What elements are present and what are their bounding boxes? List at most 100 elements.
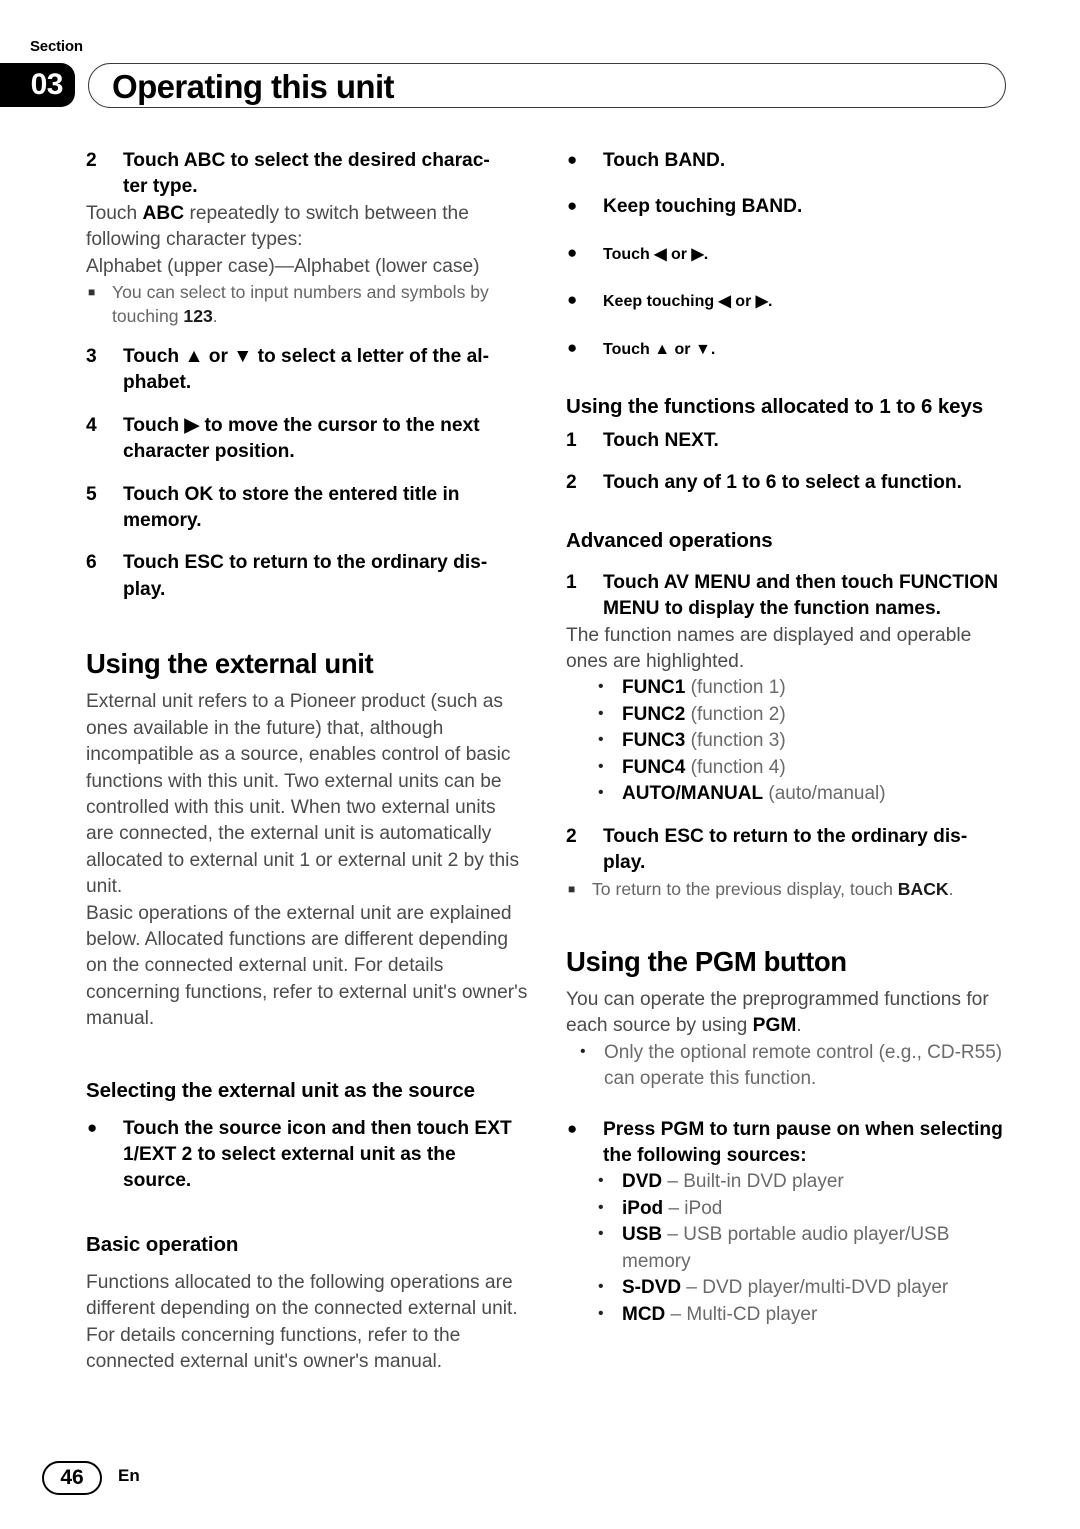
pgm-remote-note-text: Only the optional remote control (e.g., … — [604, 1041, 1003, 1090]
round-bullet-icon: ● — [567, 290, 578, 310]
heading-using-pgm-button: Using the PGM button — [566, 945, 847, 977]
step-3: 3 Touch ▲ or ▼ to select a letter of the … — [86, 344, 528, 397]
note-back-a: To return to the previous display, touch — [592, 878, 898, 899]
source-desc: – Multi-CD player — [665, 1303, 818, 1325]
step-4-number: 4 — [86, 414, 97, 436]
step-2-text-b: ter type. — [123, 176, 198, 198]
bullet-press-pgm: ● Press PGM to turn pause on when selecti… — [566, 1117, 1008, 1170]
advanced-step-2: 2 Touch ESC to return to the ordinary dis… — [566, 824, 1008, 877]
bullet-keep-touching-band: ● Keep touching BAND. — [566, 194, 1008, 220]
bullet-touch-up-down: ● Touch ▲ or ▼. — [566, 336, 1008, 363]
heading-selecting-external-unit: Selecting the external unit as the sourc… — [86, 1078, 475, 1102]
section-number-badge: 03 — [0, 63, 75, 107]
source-desc: – USB portable audio player/USB memory — [622, 1224, 950, 1272]
source-term: S-DVD — [622, 1277, 682, 1299]
dot-bullet-icon: • — [598, 1304, 604, 1322]
basic-operation-paragraph: Functions allocated to the following ope… — [86, 1271, 518, 1372]
list-item: • USB – USB portable audio player/USB mem… — [566, 1222, 1008, 1275]
pgm-term: PGM — [752, 1015, 797, 1037]
dot-bullet-icon: • — [598, 1198, 604, 1216]
source-desc: – Built-in DVD player — [662, 1171, 844, 1193]
note-123-term: 123 — [183, 306, 213, 327]
note-back-term: BACK — [897, 878, 949, 899]
step-6-text: Touch ESC to return to the ordinary dis-… — [123, 552, 488, 600]
bullet-touch-left-right-text: Touch ◀ or ▶. — [603, 245, 709, 263]
list-item: • MCD – Multi-CD player — [566, 1302, 1008, 1329]
abc-term: ABC — [142, 202, 185, 224]
list-item: • Only the optional remote control (e.g.,… — [566, 1040, 1008, 1093]
func-term: FUNC4 — [622, 756, 686, 778]
advanced-step-2-number: 2 — [566, 825, 577, 847]
page-footer: 46 En — [0, 1461, 1080, 1507]
dot-bullet-icon: • — [598, 678, 604, 696]
heading-basic-operation: Basic operation — [86, 1232, 239, 1256]
bullet-touch-band-text: Touch BAND. — [603, 150, 726, 171]
func-desc: (function 4) — [685, 756, 786, 778]
func-desc: (function 2) — [685, 703, 786, 725]
list-item: • iPod – iPod — [566, 1196, 1008, 1223]
dot-bullet-icon: • — [598, 1172, 604, 1190]
page-number: 46 — [42, 1461, 102, 1495]
source-list: • DVD – Built-in DVD player • iPod – iPod … — [566, 1169, 1008, 1328]
step-6: 6 Touch ESC to return to the ordinary dis… — [86, 550, 528, 603]
dot-bullet-icon: • — [598, 1278, 604, 1296]
round-bullet-icon: ● — [567, 150, 578, 169]
dot-bullet-icon: • — [598, 784, 604, 802]
bullet-press-pgm-text: Press PGM to turn pause on when selectin… — [603, 1118, 1003, 1166]
square-bullet-icon: ■ — [88, 285, 96, 300]
round-bullet-icon: ● — [567, 242, 578, 262]
source-term: DVD — [622, 1171, 663, 1193]
external-unit-paragraph-1: External unit refers to a Pioneer produc… — [86, 691, 520, 898]
source-desc: – iPod — [663, 1197, 723, 1219]
source-desc: – DVD player/multi-DVD player — [681, 1277, 949, 1299]
note-123: ■ You can select to input numbers and sym… — [86, 280, 528, 328]
keys-step-1-text: Touch NEXT. — [603, 430, 719, 452]
dot-bullet-icon: • — [598, 704, 604, 722]
keys-step-2: 2 Touch any of 1 to 6 to select a functio… — [566, 470, 1008, 496]
advanced-body: The function names are displayed and ope… — [566, 624, 972, 673]
func-desc: (auto/manual) — [763, 783, 886, 805]
pgm-paragraph-c: . — [796, 1015, 802, 1037]
func-term: AUTO/MANUAL — [622, 783, 764, 805]
right-column: ● Touch BAND. ● Keep touching BAND. ● Touch… — [566, 148, 1008, 1328]
step-5-text: Touch OK to store the entered title in m… — [123, 483, 460, 532]
dot-bullet-icon: • — [598, 757, 604, 775]
page-header: Section 03 Operating this unit — [0, 30, 1080, 120]
step2-body-line3: Alphabet (upper case)—Alphabet (lower ca… — [86, 255, 480, 277]
page-title: Operating this unit — [112, 68, 395, 105]
step2-body-c: repeatedly to switch between the — [184, 202, 469, 224]
step-2-number: 2 — [86, 150, 97, 171]
section-label: Section — [30, 38, 83, 55]
step-3-number: 3 — [86, 346, 97, 368]
step2-body-a: Touch — [86, 202, 143, 224]
square-bullet-icon: ■ — [568, 881, 576, 896]
list-item: • FUNC2 (function 2) — [566, 702, 1008, 729]
bullet-keep-touching-left-right-text: Keep touching ◀ or ▶. — [603, 293, 773, 311]
step-4-text: Touch ▶ to move the cursor to the next c… — [123, 414, 480, 463]
note-123-a: You can select to input numbers and symb… — [112, 282, 489, 327]
func-term: FUNC3 — [622, 730, 686, 752]
pgm-remote-note-list: • Only the optional remote control (e.g.,… — [566, 1040, 1008, 1093]
heading-using-external-unit: Using the external unit — [86, 648, 374, 680]
note-123-c: . — [212, 306, 218, 327]
round-bullet-icon: ● — [567, 337, 578, 357]
step-2-body: Touch ABC repeatedly to switch between t… — [86, 201, 528, 280]
pgm-paragraph: You can operate the preprogrammed functi… — [566, 987, 1008, 1040]
func-term: FUNC1 — [622, 677, 686, 699]
keys-step-1: 1 Touch NEXT. — [566, 428, 1008, 454]
dot-bullet-icon: • — [598, 731, 604, 749]
note-back-c: . — [948, 878, 954, 899]
language-code: En — [118, 1466, 140, 1485]
bullet-touch-left-right: ● Touch ◀ or ▶. — [566, 241, 1008, 268]
keys-step-2-text: Touch any of 1 to 6 to select a function… — [603, 472, 962, 494]
list-item: • FUNC3 (function 3) — [566, 728, 1008, 755]
note-back: ■ To return to the previous display, touc… — [566, 877, 1008, 901]
bullet-keep-touching-band-text: Keep touching BAND. — [603, 196, 803, 218]
bullet-touch-up-down-text: Touch ▲ or ▼. — [603, 340, 716, 358]
step-2-text-a: Touch ABC to select the desired charac- — [123, 150, 490, 171]
func-desc: (function 1) — [685, 677, 786, 699]
round-bullet-icon: ● — [567, 1118, 578, 1138]
advanced-step-1: 1 Touch AV MENU and then touch FUNCTION M… — [566, 570, 1008, 623]
func-desc: (function 3) — [685, 730, 786, 752]
function-name-list: • FUNC1 (function 1) • FUNC2 (function 2) … — [566, 675, 1008, 808]
